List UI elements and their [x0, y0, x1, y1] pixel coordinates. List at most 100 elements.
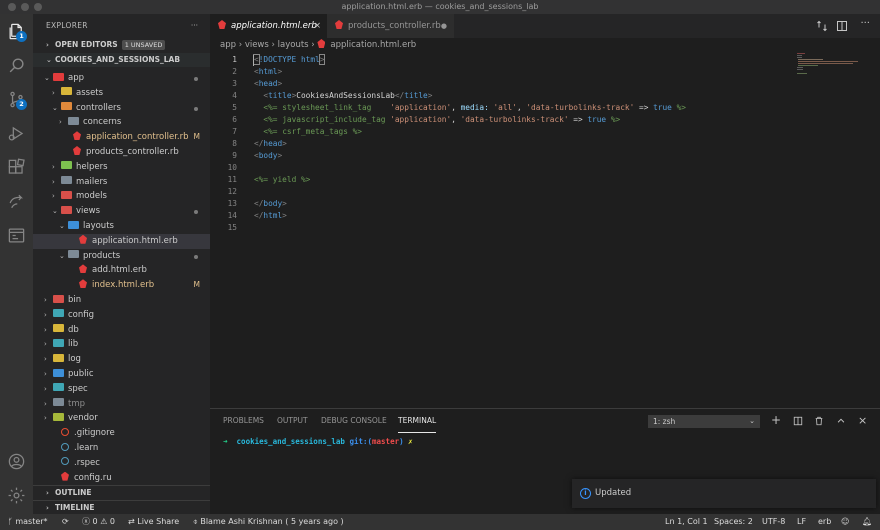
terminal-prompt[interactable]: ➜ cookies_and_sessions_lab git:(master) … — [223, 437, 413, 446]
more-actions-icon[interactable]: ··· — [860, 18, 870, 29]
tree-item[interactable]: › vendor — [33, 411, 210, 426]
outline-section[interactable]: › OUTLINE — [33, 485, 210, 499]
problems-status[interactable]: ⓧ 0 ⚠ 0 — [82, 514, 115, 530]
remote-explorer-icon[interactable] — [7, 192, 26, 211]
blame-status[interactable]: ⌽ Blame Ashi Krishnan ( 5 years ago ) — [193, 514, 344, 530]
language-mode[interactable]: erb — [818, 514, 831, 530]
code-line: <%= csrf_meta_tags %> — [263, 127, 362, 136]
tree-item[interactable]: application_controller.rb M — [33, 130, 210, 145]
timeline-label: TIMELINE — [55, 503, 95, 512]
tree-item-label: application_controller.rb — [86, 132, 189, 143]
chevron-right-icon: › — [44, 399, 47, 408]
ruby-file-icon — [335, 20, 343, 29]
line-number: 2 — [232, 67, 237, 76]
chevron-right-icon: › — [311, 40, 318, 50]
prompt-git: git:( — [349, 437, 373, 446]
line-ending[interactable]: LF — [797, 514, 806, 530]
branch-status[interactable]: ᚶ master* — [8, 514, 48, 530]
tree-item[interactable]: .gitignore — [33, 426, 210, 441]
tree-item[interactable]: › helpers — [33, 160, 210, 175]
tree-item[interactable]: ⌄ controllers — [33, 101, 210, 116]
tab-application-html-erb[interactable]: application.html.erb × — [210, 14, 327, 38]
tab-debug-console[interactable]: DEBUG CONSOLE — [321, 409, 387, 433]
tree-item[interactable]: ⌄ products — [33, 249, 210, 264]
close-panel-icon[interactable]: × — [858, 414, 867, 427]
tab-problems[interactable]: PROBLEMS — [223, 409, 264, 433]
timeline-section[interactable]: › TIMELINE — [33, 500, 210, 514]
breadcrumb-item[interactable]: app — [220, 40, 236, 50]
tab-terminal[interactable]: TERMINAL — [398, 409, 437, 433]
cursor-position[interactable]: Ln 1, Col 1 — [665, 514, 708, 530]
tree-item[interactable]: .rspec — [33, 456, 210, 471]
tab-products-controller-rb[interactable]: products_controller.rb ● — [327, 14, 454, 38]
project-section[interactable]: ⌄ COOKIES_AND_SESSIONS_LAB — [33, 53, 210, 67]
bell-icon[interactable]: 🔔︎ — [862, 514, 872, 530]
breadcrumb-item[interactable]: layouts — [278, 40, 309, 50]
tree-item[interactable]: add.html.erb — [33, 263, 210, 278]
tree-item[interactable]: application.html.erb — [33, 233, 210, 249]
tree-item[interactable]: ⌄ layouts — [33, 219, 210, 234]
zoom-window-button[interactable] — [34, 3, 42, 11]
line-number: 8 — [232, 139, 237, 148]
tree-item-label: concerns — [83, 117, 122, 128]
feedback-icon[interactable]: ☺ — [841, 514, 849, 530]
extensions-icon[interactable] — [7, 158, 26, 177]
tree-item[interactable]: › config — [33, 308, 210, 323]
tree-item[interactable]: › log — [33, 352, 210, 367]
indentation[interactable]: Spaces: 2 — [714, 514, 753, 530]
explorer-icon[interactable]: 1 — [7, 22, 27, 42]
tree-item[interactable]: ⌄ views — [33, 204, 210, 219]
encoding[interactable]: UTF-8 — [762, 514, 785, 530]
file-icon — [61, 457, 69, 466]
code-editor[interactable]: 1 2 3 4 5 6 7 8 9 10 11 12 13 14 15 <!DOCTYPE html> <h… — [210, 53, 790, 408]
more-actions-icon[interactable]: ··· — [191, 14, 198, 38]
gear-icon[interactable] — [7, 486, 26, 505]
search-icon[interactable] — [7, 56, 26, 75]
unsaved-dot-icon[interactable]: ● — [441, 14, 447, 38]
maximize-panel-icon[interactable] — [836, 416, 846, 429]
folder-icon — [53, 383, 64, 392]
tree-item[interactable]: › assets — [33, 86, 210, 101]
sync-icon[interactable]: ⟳ — [62, 514, 69, 530]
tree-item[interactable]: › public — [33, 367, 210, 382]
run-debug-icon[interactable] — [7, 124, 26, 143]
tree-item[interactable]: .learn — [33, 441, 210, 456]
compare-changes-icon[interactable] — [816, 20, 828, 32]
tree-item[interactable]: › db — [33, 323, 210, 338]
tree-item[interactable]: › spec — [33, 382, 210, 397]
tab-output[interactable]: OUTPUT — [277, 409, 308, 433]
live-share-status[interactable]: ⇄ Live Share — [128, 514, 179, 530]
source-control-icon[interactable]: 2 — [7, 90, 27, 110]
tree-item[interactable]: › concerns — [33, 115, 210, 130]
breadcrumb-item[interactable]: application.html.erb — [330, 40, 416, 50]
ruby-file-icon — [73, 131, 81, 141]
test-icon[interactable] — [7, 226, 26, 245]
split-terminal-icon[interactable] — [793, 416, 803, 429]
terminal-select[interactable]: 1: zsh ⌄ — [648, 415, 760, 428]
notification-toast[interactable]: i Updated — [572, 479, 876, 508]
close-window-button[interactable] — [8, 3, 16, 11]
tree-item[interactable]: › models — [33, 189, 210, 204]
folder-icon — [61, 87, 72, 96]
chevron-right-icon: › — [44, 414, 47, 423]
account-icon[interactable] — [7, 452, 26, 471]
modified-dot-icon — [194, 106, 198, 111]
minimize-window-button[interactable] — [21, 3, 29, 11]
tree-item[interactable]: products_controller.rb — [33, 145, 210, 160]
trash-icon[interactable] — [814, 416, 824, 429]
tree-item[interactable]: config.ru — [33, 471, 210, 486]
close-tab-icon[interactable]: × — [314, 14, 321, 38]
tree-item[interactable]: › mailers — [33, 175, 210, 190]
tree-item[interactable]: index.html.erb M — [33, 278, 210, 293]
breadcrumb-item[interactable]: views — [245, 40, 269, 50]
tree-item[interactable]: › tmp — [33, 397, 210, 412]
new-terminal-icon[interactable]: + — [771, 413, 781, 427]
tree-item[interactable]: › bin — [33, 293, 210, 308]
open-editors-section[interactable]: › OPEN EDITORS 1 UNSAVED — [33, 38, 210, 52]
minimap[interactable] — [795, 53, 865, 83]
code-line: <title>CookiesAndSessionsLab</title> — [263, 91, 433, 100]
tree-item[interactable]: ⌄ app — [33, 71, 210, 86]
split-editor-icon[interactable] — [836, 20, 848, 32]
file-icon — [61, 442, 69, 451]
tree-item[interactable]: › lib — [33, 337, 210, 352]
